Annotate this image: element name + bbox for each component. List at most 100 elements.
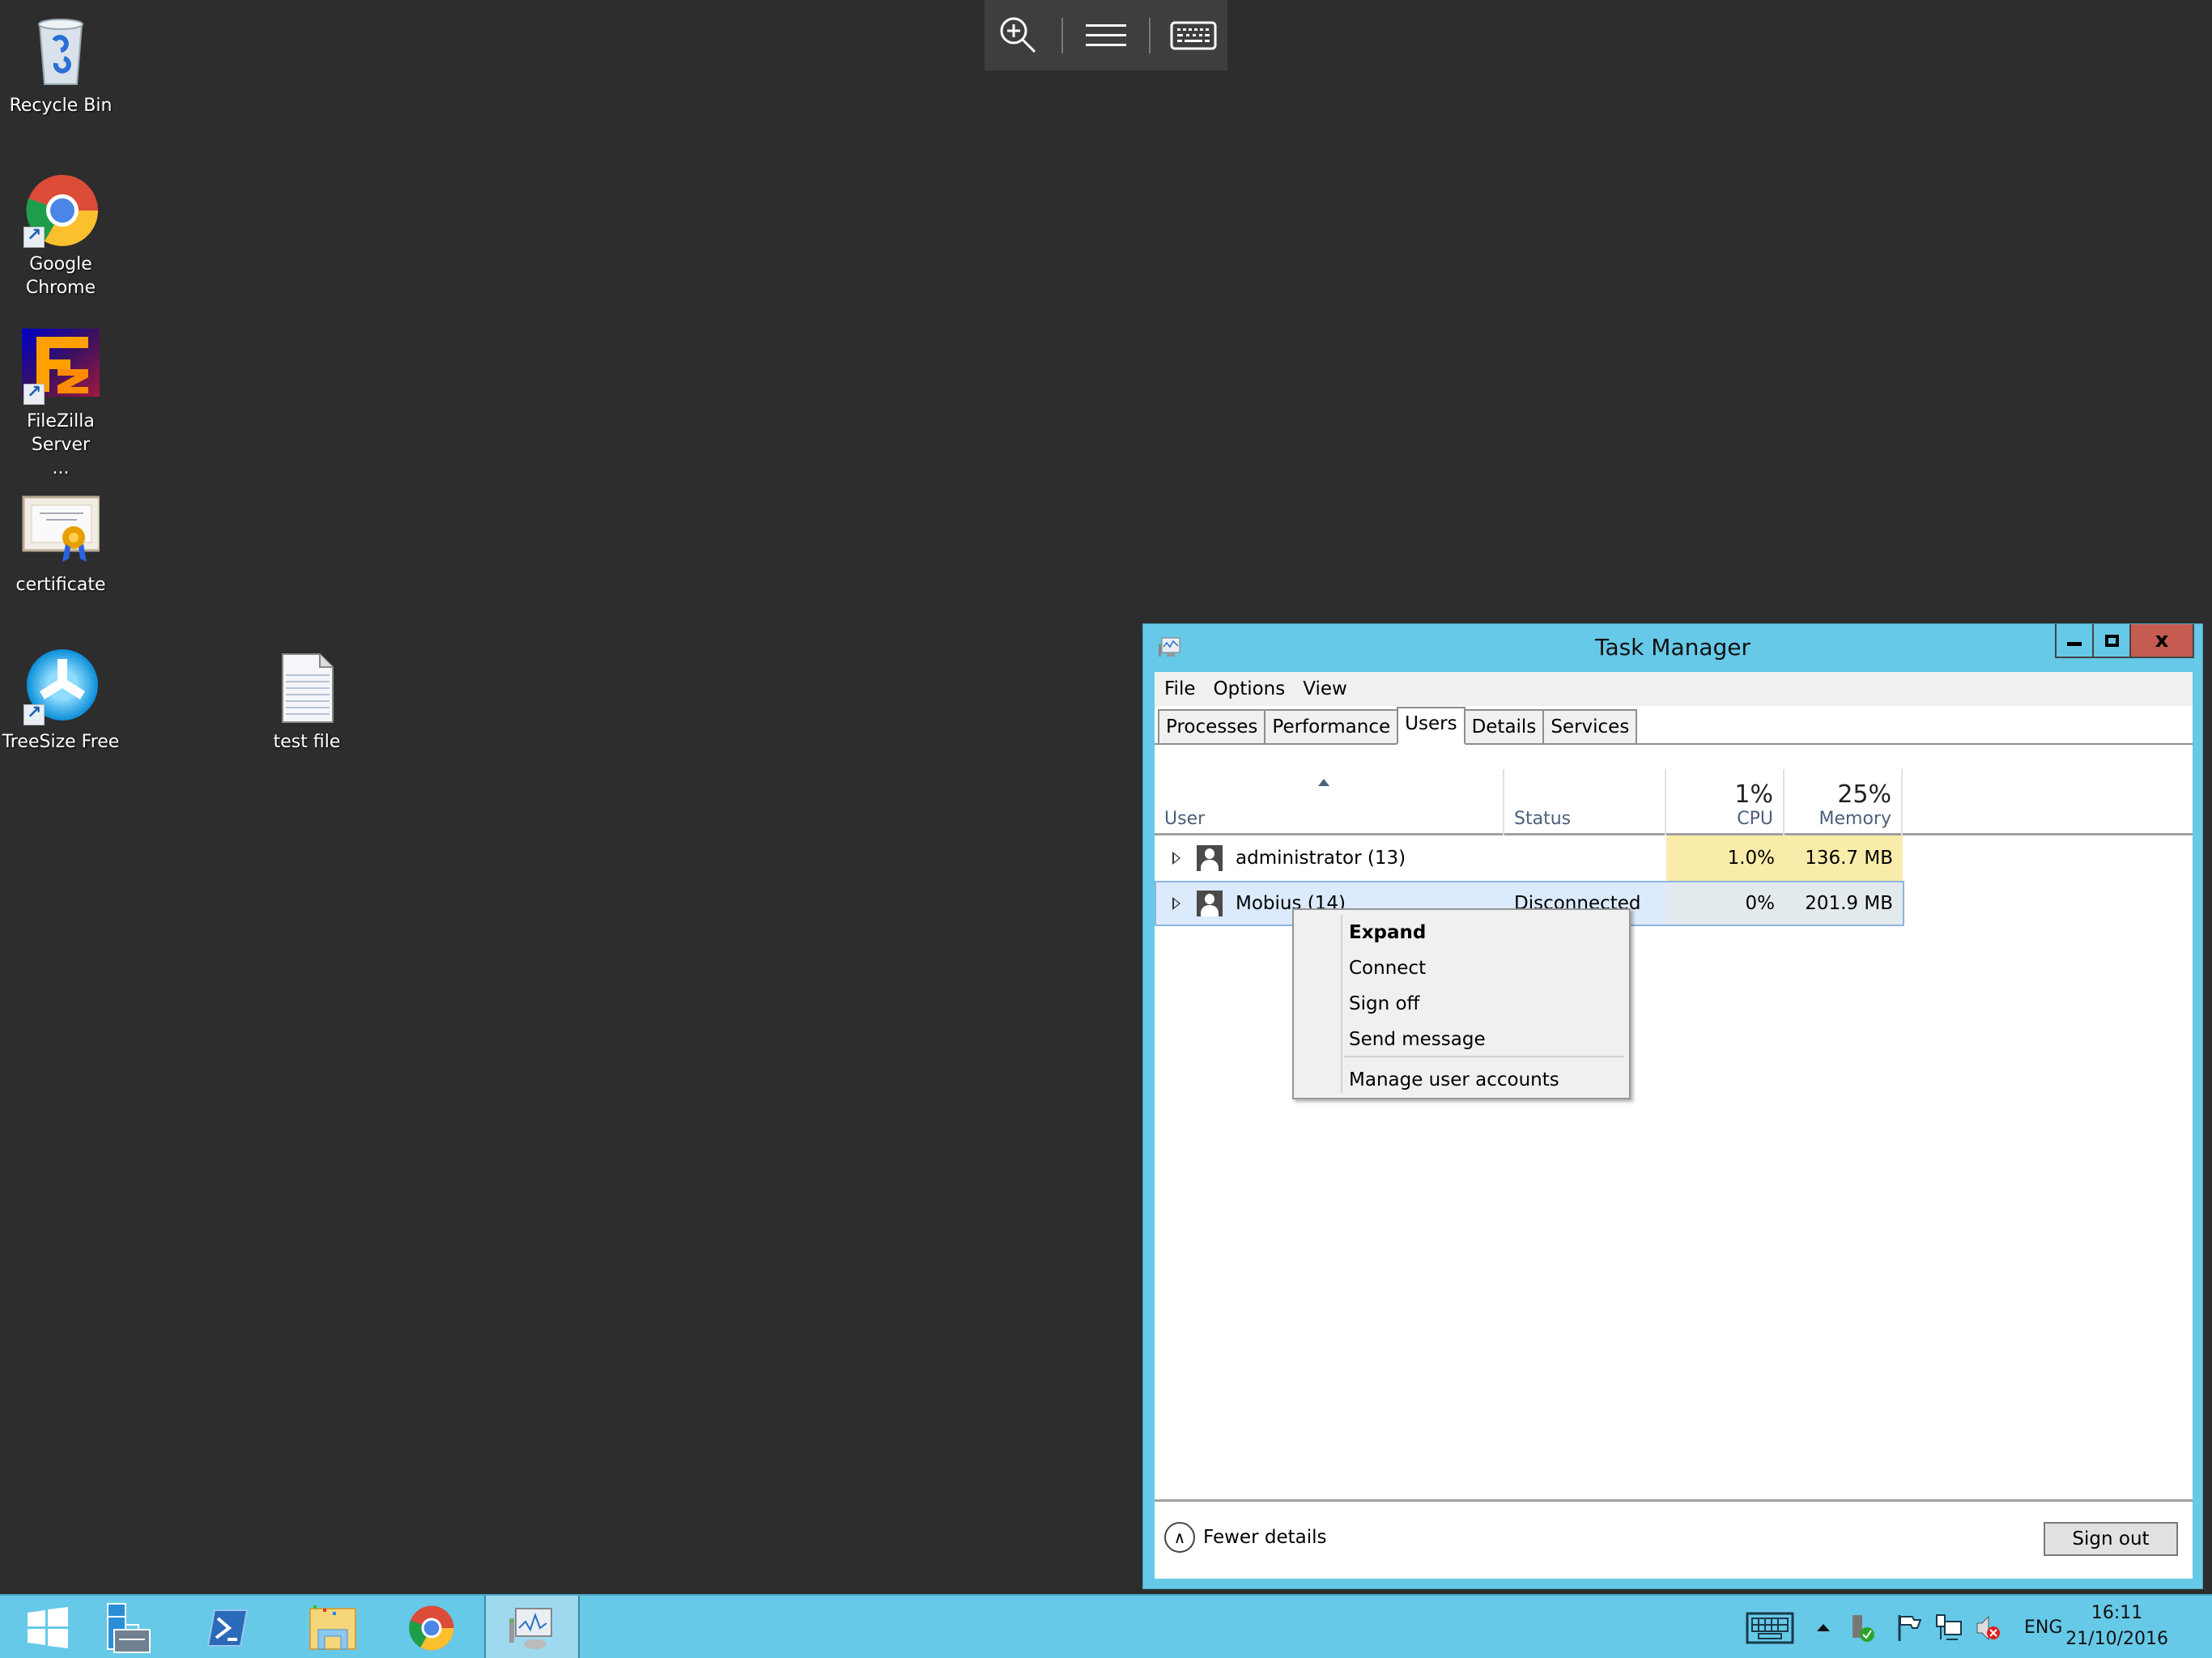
expand-arrow-icon[interactable] (1172, 852, 1180, 865)
column-header-cpu[interactable]: 1% CPU (1666, 769, 1784, 835)
remote-session-toolbar (985, 0, 1227, 70)
menu-file[interactable]: File (1164, 678, 1196, 699)
user-icon (1197, 891, 1223, 916)
desktop-icon-label: test file (273, 732, 341, 752)
clock[interactable]: 16:11 21/10/2016 (2065, 1601, 2168, 1652)
keyboard-icon (1170, 21, 1217, 49)
toolbar-separator (1061, 17, 1064, 53)
menu-gutter (1341, 915, 1342, 1093)
desktop-icon-certificate[interactable]: certificate (0, 491, 121, 597)
menu-item-expand[interactable]: Expand (1349, 916, 1426, 949)
context-menu: Expand Connect Sign off Send message Man… (1292, 908, 1631, 1099)
tab-processes[interactable]: Processes (1158, 709, 1266, 743)
window-controls: x (2055, 624, 2194, 658)
desktop-icon-treesize-free[interactable]: TreeSize Free (0, 648, 121, 754)
user-icon (1197, 845, 1223, 871)
close-icon: x (2155, 628, 2169, 653)
tab-performance[interactable]: Performance (1264, 709, 1399, 743)
chevron-up-icon: ∧ (1164, 1522, 1195, 1553)
windows-start-icon (28, 1606, 68, 1648)
sign-out-button[interactable]: Sign out (2044, 1522, 2178, 1556)
desktop-icon-label: FileZilla Server ... (27, 411, 95, 478)
menu-item-sign-off[interactable]: Sign off (1349, 988, 1419, 1020)
touch-keyboard-button[interactable] (1746, 1596, 1794, 1658)
menu-options[interactable]: Options (1214, 678, 1286, 699)
volume-muted-icon (1976, 1615, 2000, 1640)
input-language[interactable]: ENG (2024, 1596, 2062, 1658)
minimize-button[interactable] (2057, 624, 2094, 657)
maximize-icon (2104, 634, 2119, 647)
maximize-button[interactable] (2094, 624, 2131, 657)
tray-safely-remove-hardware[interactable] (1849, 1596, 1877, 1658)
taskbar-file-explorer[interactable] (285, 1596, 381, 1658)
filezilla-icon (22, 327, 100, 405)
desktop-icon-test-file[interactable]: test file (246, 648, 368, 754)
clock-date: 21/10/2016 (2065, 1629, 2168, 1649)
chrome-icon (409, 1605, 454, 1650)
menu-button[interactable] (1080, 10, 1132, 62)
sort-ascending-icon (1318, 779, 1329, 786)
clock-time: 16:11 (2091, 1603, 2143, 1623)
usb-safe-remove-icon (1853, 1614, 1874, 1642)
taskbar-chrome[interactable] (384, 1596, 479, 1658)
text-file-icon (268, 648, 346, 725)
column-header-user[interactable]: User (1155, 769, 1504, 835)
certificate-icon (22, 491, 101, 568)
shortcut-arrow-icon (23, 225, 45, 248)
taskbar-server-manager[interactable] (81, 1596, 177, 1658)
tab-details[interactable]: Details (1463, 709, 1545, 743)
menu-item-connect[interactable]: Connect (1349, 952, 1426, 984)
tab-users[interactable]: Users (1397, 707, 1465, 745)
desktop-icon-label: certificate (15, 575, 106, 595)
zoom-in-icon (1000, 17, 1036, 53)
tray-action-center[interactable] (1896, 1596, 1922, 1658)
keyboard-button[interactable] (1168, 10, 1219, 62)
recycle-bin-icon (22, 11, 100, 89)
zoom-in-button[interactable] (993, 10, 1044, 62)
tray-volume[interactable] (1976, 1596, 2003, 1658)
shortcut-arrow-icon (23, 382, 45, 405)
server-manager-icon (107, 1602, 151, 1653)
file-explorer-icon (309, 1605, 356, 1650)
desktop-icon-filezilla-server[interactable]: FileZilla Server ... (0, 327, 121, 480)
close-button[interactable]: x (2131, 624, 2193, 657)
user-cpu: 0% (1666, 882, 1784, 925)
task-manager-icon (509, 1607, 552, 1649)
user-memory: 136.7 MB (1784, 835, 1903, 881)
window-title: Task Manager (1594, 634, 1751, 661)
taskbar: ENG 16:11 21/10/2016 (0, 1594, 2212, 1658)
users-table: User Status 1% CPU 25% Memory administra… (1155, 769, 2193, 926)
treesize-icon (22, 648, 100, 725)
menu-separator (1344, 1056, 1624, 1057)
menu-icon (1085, 23, 1126, 46)
title-bar[interactable]: Task Manager x (1143, 624, 2202, 671)
column-header-memory[interactable]: 25% Memory (1784, 769, 1903, 835)
footer-divider (1155, 1499, 2193, 1502)
minimize-icon (2067, 641, 2082, 646)
chevron-up-icon (1817, 1624, 1830, 1631)
desktop-icon-google-chrome[interactable]: Google Chrome (0, 170, 121, 300)
fewer-details-button[interactable]: ∧ Fewer details (1164, 1522, 1326, 1553)
show-hidden-icons-button[interactable] (1817, 1596, 1830, 1658)
menu-item-send-message[interactable]: Send message (1349, 1023, 1486, 1056)
desktop-icon-recycle-bin[interactable]: Recycle Bin (0, 11, 121, 117)
table-header: User Status 1% CPU 25% Memory (1155, 769, 2193, 835)
desktop-icon-label: TreeSize Free (2, 732, 120, 752)
tab-services[interactable]: Services (1542, 709, 1638, 743)
taskbar-task-manager[interactable] (484, 1596, 580, 1658)
tray-network[interactable] (1935, 1596, 1963, 1658)
table-row-administrator[interactable]: administrator (13) 1.0% 136.7 MB (1155, 835, 2193, 881)
menu-item-manage-user-accounts[interactable]: Manage user accounts (1349, 1064, 1559, 1096)
tab-bar: Processes Performance Users Details Serv… (1155, 706, 2193, 745)
memory-total: 25% (1837, 780, 1891, 809)
fewer-details-label: Fewer details (1203, 1527, 1327, 1548)
chrome-icon (22, 170, 100, 248)
expand-arrow-icon[interactable] (1172, 897, 1180, 910)
taskbar-powershell[interactable] (180, 1596, 275, 1658)
toolbar-separator (1148, 17, 1151, 53)
column-header-status[interactable]: Status (1504, 769, 1666, 835)
flag-icon (1898, 1614, 1922, 1641)
shortcut-arrow-icon (23, 703, 45, 725)
menu-view[interactable]: View (1303, 678, 1347, 699)
cpu-total: 1% (1734, 780, 1773, 809)
